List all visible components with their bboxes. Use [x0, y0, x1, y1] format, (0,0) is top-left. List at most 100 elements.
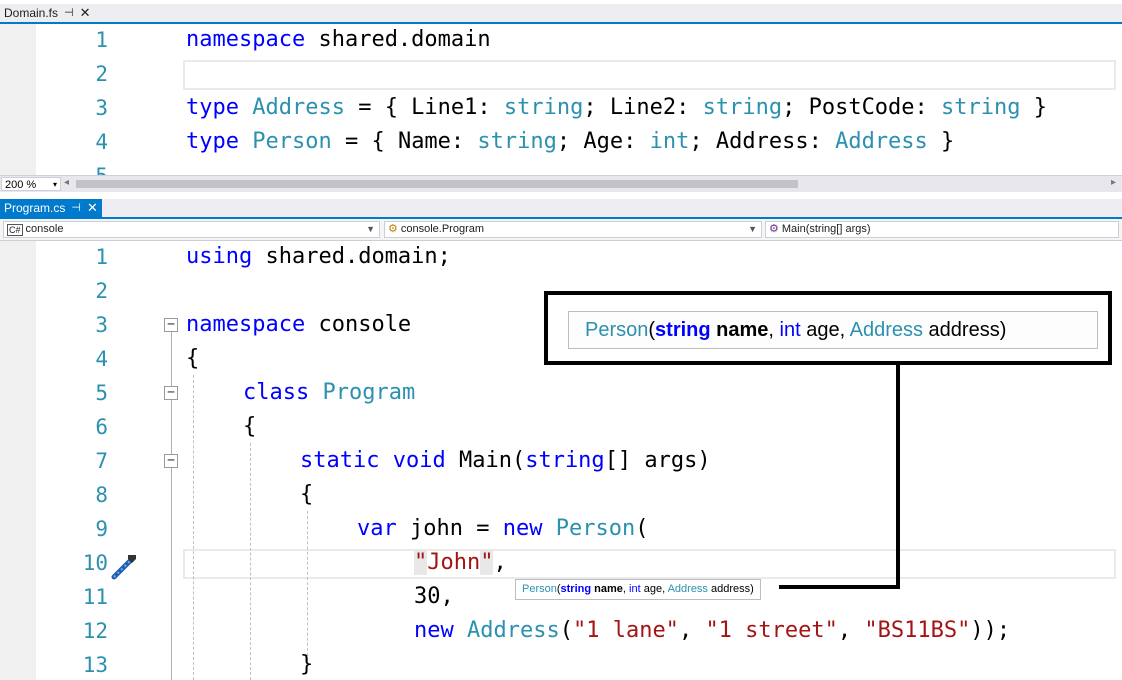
code-token: console [305, 312, 412, 337]
code-token: Address [835, 129, 928, 154]
line-number: 1 [95, 245, 108, 269]
pin-icon[interactable]: ⊣ [71, 199, 81, 217]
project-dropdown[interactable]: C# console ▼ [3, 221, 380, 238]
tab-program-cs[interactable]: Program.cs ⊣ ✕ [0, 199, 102, 217]
code-token: , [768, 319, 780, 341]
code-token: "1 street" [705, 618, 838, 643]
code-text: class Program [243, 376, 415, 410]
code-line[interactable]: 13} [0, 648, 1122, 680]
code-text: var john = new Person( [357, 512, 648, 546]
code-token: john = [396, 516, 503, 541]
horizontal-scrollbar[interactable]: 200 % ▾ ◂ ▸ [0, 175, 1122, 192]
member-dropdown[interactable]: ⚙ Main(string[] args) [765, 221, 1119, 238]
domain-tabstrip: Domain.fs ⊣ ✕ [0, 4, 1122, 24]
close-icon[interactable]: ✕ [80, 4, 91, 22]
code-token: ; Age: [556, 129, 650, 154]
code-text: { [243, 410, 256, 444]
zoom-dropdown[interactable]: 200 % ▾ [1, 177, 61, 191]
code-token: Address [849, 319, 923, 341]
code-line[interactable]: 2 [0, 57, 1122, 91]
navigation-bar: C# console ▼ ⚙ console.Program ▼ ⚙ Main(… [0, 219, 1122, 241]
code-line[interactable]: 10 "John", [0, 546, 1122, 580]
code-token: Program [322, 380, 416, 405]
tab-label: Program.cs [4, 201, 66, 215]
line-number: 4 [95, 347, 108, 371]
zoom-level: 200 % [5, 179, 37, 191]
pin-icon[interactable]: ⊣ [64, 4, 74, 22]
code-text: "John", [414, 546, 507, 580]
code-token: address) [707, 583, 754, 595]
code-line[interactable]: 1 using shared.domain; [0, 241, 1122, 274]
code-token: int [629, 583, 641, 595]
code-token: , [678, 618, 706, 643]
code-token: Address [467, 618, 560, 643]
code-token: string [525, 448, 605, 473]
member-name: Main(string[] args) [781, 223, 871, 235]
signature-help-tooltip: Person(string name, int age, Address add… [568, 311, 1098, 349]
code-text: type Person = { Name: string; Age: int; … [186, 125, 954, 159]
code-token: var [357, 516, 397, 541]
code-token: { [300, 482, 314, 507]
program-tabstrip: Program.cs ⊣ ✕ [0, 199, 1122, 219]
code-token: ; Address: [689, 129, 836, 154]
code-token: ( [635, 516, 649, 541]
code-line[interactable]: 6{ [0, 410, 1122, 444]
scroll-thumb[interactable] [76, 180, 798, 188]
line-number: 3 [95, 313, 108, 337]
code-token: Person [585, 319, 649, 341]
code-line[interactable]: 7 static void Main(string[] args) [0, 444, 1122, 478]
scroll-right-icon[interactable]: ▸ [1111, 177, 1116, 188]
close-icon[interactable]: ✕ [87, 199, 98, 217]
line-number: 9 [95, 517, 108, 541]
domain-editor[interactable]: 1 namespace shared.domain 2 3 type Address =… [0, 24, 1122, 175]
code-text: type Address = { Line1: string; Line2: s… [186, 91, 1047, 125]
code-token: string [702, 95, 783, 120]
code-token: int [779, 319, 801, 341]
code-token: } [927, 129, 955, 154]
code-token: = { Line1: [344, 95, 504, 120]
line-number: 11 [82, 585, 108, 609]
signature-help-inline: Person(string name, int age, Address add… [515, 579, 761, 600]
method-icon: ⚙ [769, 223, 779, 235]
code-token: type [186, 129, 239, 154]
code-line[interactable]: 12 new Address("1 lane", "1 street", "BS1… [0, 614, 1122, 648]
code-token: ; PostCode: [782, 95, 942, 120]
tab-domain-fs[interactable]: Domain.fs ⊣ ✕ [0, 4, 95, 22]
code-token: } [1020, 95, 1048, 120]
code-token: age, [800, 319, 850, 341]
code-line[interactable]: 5 class Program [0, 376, 1122, 410]
code-token: { [243, 414, 257, 439]
code-token: shared.domain [305, 27, 491, 52]
code-line[interactable]: 1 namespace shared.domain [0, 24, 1122, 57]
line-number: 10 [82, 551, 108, 575]
csharp-project-icon: C# [7, 223, 23, 236]
code-token: , [837, 618, 865, 643]
line-number: 5 [0, 159, 108, 175]
code-token: Address [252, 95, 345, 120]
chevron-down-icon: ▾ [52, 180, 57, 189]
code-token: Main( [445, 448, 526, 473]
code-token: )); [970, 618, 1011, 643]
code-token: string [503, 95, 584, 120]
code-text: static void Main(string[] args) [300, 444, 711, 478]
code-line[interactable]: 8{ [0, 478, 1122, 512]
code-token: [] args) [604, 448, 711, 473]
code-token: namespace [186, 27, 306, 52]
class-icon: ⚙ [388, 223, 398, 235]
code-token: } [300, 652, 314, 677]
line-number: 12 [82, 619, 108, 643]
code-line[interactable]: 3 type Address = { Line1: string; Line2: … [0, 91, 1122, 125]
code-text: 30, [414, 580, 454, 614]
code-token: "1 lane" [572, 618, 679, 643]
type-dropdown[interactable]: ⚙ console.Program ▼ [384, 221, 762, 238]
code-token: ; Line2: [583, 95, 703, 120]
code-line[interactable]: 4 type Person = { Name: string; Age: int;… [0, 125, 1122, 159]
scroll-left-icon[interactable]: ◂ [64, 177, 69, 188]
code-text: namespace shared.domain [186, 24, 491, 57]
code-line[interactable]: 9 var john = new Person( [0, 512, 1122, 546]
